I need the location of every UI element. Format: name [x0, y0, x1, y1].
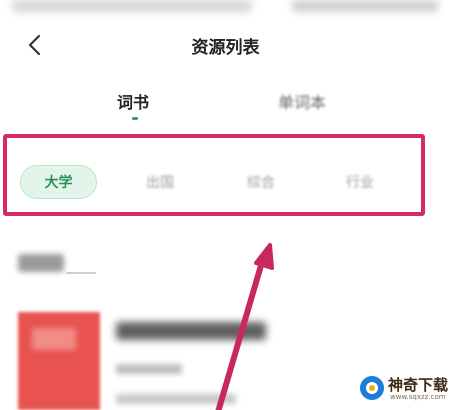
book-cover[interactable]	[18, 312, 100, 410]
tab-wordbooks[interactable]: 词书	[117, 89, 149, 113]
book-cover-label	[32, 328, 76, 350]
sqxz-logo-icon	[360, 376, 384, 400]
category-chip-college[interactable]: 大学	[20, 165, 97, 199]
status-bar-blur-left	[12, 0, 252, 12]
tab-vocabulary-notebook[interactable]: 单词本	[278, 89, 326, 113]
section-heading-blurred	[18, 254, 64, 272]
watermark-url: www.sqxzz.com	[390, 393, 446, 401]
category-chip-industry[interactable]: 行业	[330, 165, 390, 199]
active-tab-indicator	[132, 117, 138, 120]
book-progress-blurred	[116, 394, 236, 404]
watermark-name: 神奇下载	[388, 376, 449, 394]
category-chip-general[interactable]: 综合	[231, 165, 291, 199]
watermark: 神奇下载 www.sqxzz.com	[358, 372, 448, 406]
book-meta-blurred	[116, 364, 182, 374]
page-title: 资源列表	[191, 38, 260, 58]
section-divider	[66, 272, 96, 274]
category-chip-abroad[interactable]: 出国	[130, 165, 190, 199]
status-bar-blur-right	[292, 0, 438, 12]
book-title-blurred[interactable]	[116, 322, 266, 340]
